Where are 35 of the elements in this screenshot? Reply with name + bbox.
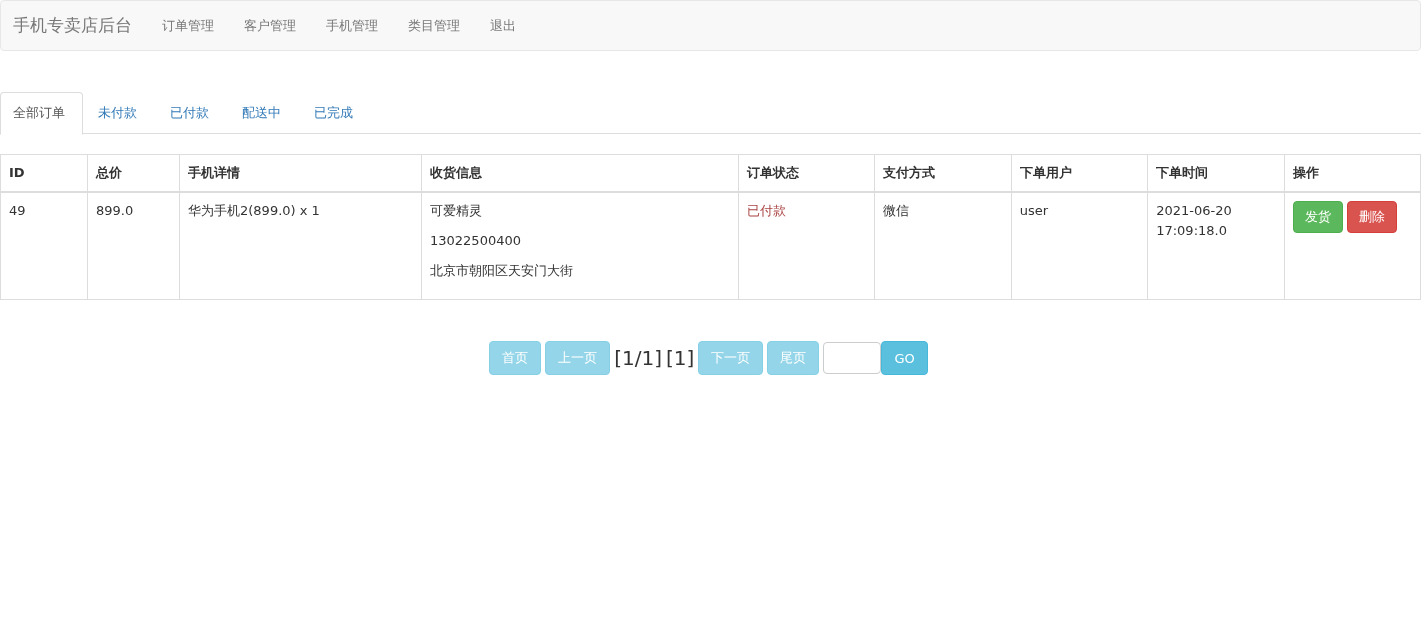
table-cell: 49 bbox=[0, 192, 88, 300]
ship-button[interactable]: 发货 bbox=[1292, 201, 1343, 233]
nav-link[interactable]: 类目管理 bbox=[393, 16, 475, 35]
order-tab[interactable]: 全部订单 bbox=[0, 92, 83, 135]
nav-link[interactable]: 退出 bbox=[475, 16, 531, 35]
shipping-line: 北京市朝阳区天安门大街 bbox=[430, 262, 574, 280]
page-indicator: [1/1] bbox=[614, 346, 663, 370]
order-tab[interactable]: 已完成 bbox=[301, 92, 371, 133]
column-header: ID bbox=[0, 154, 88, 192]
column-header: 下单用户 bbox=[1011, 154, 1148, 192]
page-indicator: [1] bbox=[666, 346, 695, 370]
shipping-line: 13022500400 bbox=[430, 232, 522, 250]
column-header: 支付方式 bbox=[874, 154, 1012, 192]
nav-link[interactable]: 手机管理 bbox=[311, 16, 393, 35]
order-tab[interactable]: 配送中 bbox=[229, 92, 299, 133]
column-header: 操作 bbox=[1284, 154, 1421, 192]
column-header: 订单状态 bbox=[738, 154, 875, 192]
column-header: 总价 bbox=[87, 154, 180, 192]
shipping-line: 可爱精灵 bbox=[430, 202, 483, 220]
page-input-field[interactable] bbox=[823, 342, 882, 374]
order-time: 2021-06-20 17:09:18.0 bbox=[1147, 192, 1285, 300]
order-tab[interactable]: 未付款 bbox=[85, 92, 155, 133]
table-cell: 华为手机2(899.0) x 1 bbox=[179, 192, 422, 300]
order-tab[interactable]: 已付款 bbox=[157, 92, 227, 133]
delete-button[interactable]: 删除 bbox=[1346, 201, 1397, 233]
nav-link[interactable]: 订单管理 bbox=[147, 16, 229, 35]
column-header: 收货信息 bbox=[421, 154, 739, 192]
table-cell: user bbox=[1011, 192, 1148, 300]
nav-link[interactable]: 客户管理 bbox=[229, 16, 311, 35]
column-header: 手机详情 bbox=[179, 154, 422, 192]
table-cell: 微信 bbox=[874, 192, 1012, 300]
table-cell: 899.0 bbox=[87, 192, 180, 300]
order-status: 已付款 bbox=[738, 192, 875, 300]
column-header: 下单时间 bbox=[1147, 154, 1285, 192]
brand-title[interactable]: 手机专卖店后台 bbox=[1, 14, 147, 37]
